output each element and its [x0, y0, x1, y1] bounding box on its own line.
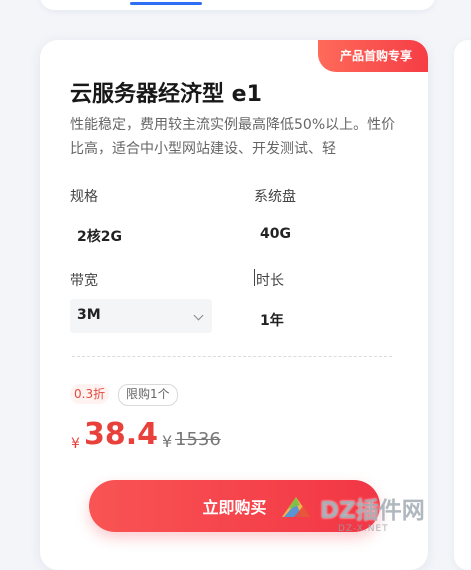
bandwidth-selected-value: 3M — [77, 307, 101, 323]
active-tab-indicator — [130, 2, 202, 5]
purchase-limit-badge: 限购1个 — [118, 384, 178, 406]
divider — [72, 356, 392, 357]
disk-label: 系统盘 — [254, 189, 296, 205]
watermark-text: DZ插件网 — [320, 498, 425, 524]
duration-value: 1年 — [260, 313, 284, 329]
text-cursor — [254, 269, 255, 286]
price-currency: ¥ — [71, 436, 80, 452]
chevron-down-icon — [193, 310, 204, 321]
original-price: 1536 — [175, 429, 221, 450]
original-price-currency: ¥ — [162, 432, 173, 451]
spec-label: 规格 — [70, 189, 98, 205]
watermark-subtext: DZ-X.NET — [338, 524, 389, 534]
product-title: 云服务器经济型 e1 — [70, 82, 262, 107]
discount-badge: 0.3折 — [70, 384, 110, 404]
disk-value: 40G — [260, 226, 291, 242]
spec-value: 2核2G — [77, 229, 122, 245]
previous-card-edge — [40, 0, 435, 10]
watermark-logo-icon — [282, 497, 310, 517]
current-price: 38.4 — [84, 417, 159, 452]
bandwidth-select[interactable]: 3M — [70, 299, 212, 333]
duration-label: 时长 — [256, 273, 284, 289]
bandwidth-label: 带宽 — [70, 273, 98, 289]
product-description: 性能稳定，费用较主流实例最高降低50%以上。性价比高，适合中小型网站建设、开发测… — [70, 117, 396, 157]
watermark: DZ插件网 DZ-X.NET — [276, 487, 466, 537]
promo-tag: 产品首购专享 — [317, 40, 428, 72]
